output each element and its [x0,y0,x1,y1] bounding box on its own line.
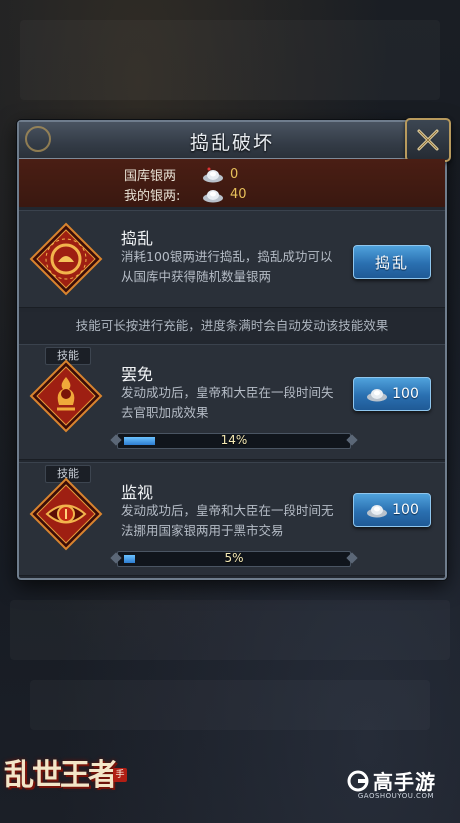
treasury-label: 国库银两 [124,169,177,184]
watch-activate-button[interactable]: 100 [353,493,431,527]
cost-value: 100 [392,386,419,402]
disturb-card: 捣乱 消耗100银两进行捣乱，捣乱成功可以从国库中获得随机数量银两 捣乱 [19,210,445,308]
disturb-emblem-icon [29,222,103,296]
silver-ingot-icon [203,167,223,182]
eye-emblem-icon [29,477,103,551]
site-logo-icon [347,770,369,791]
site-watermark: 高手游 GAOSHOUYOU.COM [347,766,436,800]
charge-progress-bar[interactable]: 14% [117,433,351,449]
card-description: 发动成功后，皇帝和大臣在一段时间失去官职加成效果 [121,385,334,420]
treasury-row: 国库银两 0 [124,165,238,184]
cost-value: 100 [392,502,419,518]
disturb-dialog: 捣乱破坏 国库银两 0 我的银两: 40 捣乱 消耗100银两进行捣乱，捣乱成功… [17,118,451,580]
silver-ingot-icon [203,189,223,202]
close-button[interactable] [405,118,451,162]
mine-label: 我的银两: [124,189,181,204]
treasury-value: 0 [230,167,239,182]
charge-progress-bar[interactable]: 5% [117,551,351,567]
game-logo-badge: 手 [113,768,127,782]
disturb-button[interactable]: 捣乱 [353,245,431,279]
skills-notice: 技能可长按进行充能，进度条满时会自动发动该技能效果 [19,312,445,340]
site-url: GAOSHOUYOU.COM [357,792,434,800]
silver-ingot-icon [367,505,388,518]
card-title: 监视 [121,483,154,502]
site-name: 高手游 [373,770,436,794]
card-title: 罢免 [121,365,154,384]
silver-ingot-icon [367,389,388,402]
dismiss-activate-button[interactable]: 100 [353,377,431,411]
resource-summary: 国库银两 0 我的银两: 40 [19,159,445,207]
dismiss-emblem-icon [29,359,103,433]
dialog-title-bar: 捣乱破坏 [19,122,445,159]
game-logo: 乱世王者 [4,758,118,793]
dialog-title: 捣乱破坏 [189,132,274,154]
mine-row: 我的银两: 40 [124,185,247,204]
progress-percent: 14% [220,433,248,447]
dismiss-skill-card: 技能 罢免 发动成功后，皇帝和大臣在一段时间失去官职加成效果 100 14% [19,344,445,460]
card-title: 捣乱 [121,229,154,248]
card-description: 发动成功后，皇帝和大臣在一段时间无法挪用国家银两用于黑市交易 [121,503,334,538]
close-x-icon [417,129,439,151]
progress-percent: 5% [224,551,244,565]
watch-skill-card: 技能 监视 发动成功后，皇帝和大臣在一段时间无法挪用国家银两用于黑市交易 100… [19,462,445,576]
mine-value: 40 [230,187,247,202]
card-description: 消耗100银两进行捣乱，捣乱成功可以从国库中获得随机数量银两 [121,249,333,284]
